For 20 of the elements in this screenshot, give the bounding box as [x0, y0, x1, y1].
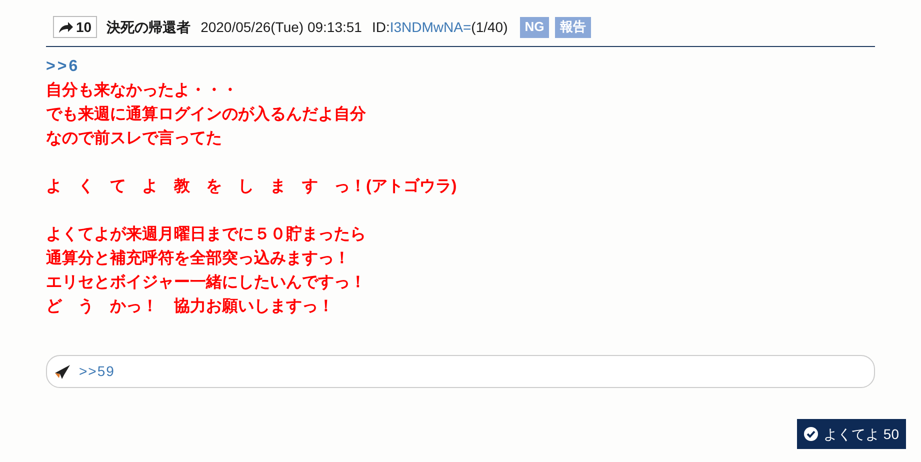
message-line: 自分も来なかったよ・・・ — [46, 80, 238, 101]
post-id: ID:I3NDMwNA=(1/40) — [372, 18, 508, 37]
message-line: でも来週に通算ログインのが入るんだよ自分 — [46, 104, 366, 125]
reply-field[interactable]: >>59 — [46, 355, 875, 388]
message-line: よ く て よ 教 を し ま す っ！(アトゴウラ) — [46, 176, 457, 197]
message-line: なので前スレで言ってた — [46, 128, 222, 149]
message-line: エリセとボイジャー一緒にしたいんですっ！ — [46, 273, 366, 293]
like-button[interactable]: よくてよ 50 — [796, 419, 906, 449]
author-name: 決死の帰還者 — [106, 18, 191, 36]
reply-link[interactable]: >>6 — [46, 55, 80, 79]
message-line: 通算分と補充呼符を全部突っ込みますっ！ — [46, 248, 350, 269]
share-arrow-icon — [58, 20, 74, 34]
share-button[interactable]: 10 — [53, 16, 97, 38]
message-line: ど う かっ！ 協力お願いしますっ！ — [46, 296, 334, 317]
message-line: よくてよが来週月曜日までに５０貯まったら — [46, 224, 366, 245]
check-circle-icon — [804, 427, 818, 441]
ng-button[interactable]: NG — [520, 16, 550, 38]
report-button[interactable]: 報告 — [555, 16, 592, 38]
send-icon — [55, 364, 71, 378]
post-date: 2020/05/26(Tue) 09:13:51 — [200, 18, 362, 37]
